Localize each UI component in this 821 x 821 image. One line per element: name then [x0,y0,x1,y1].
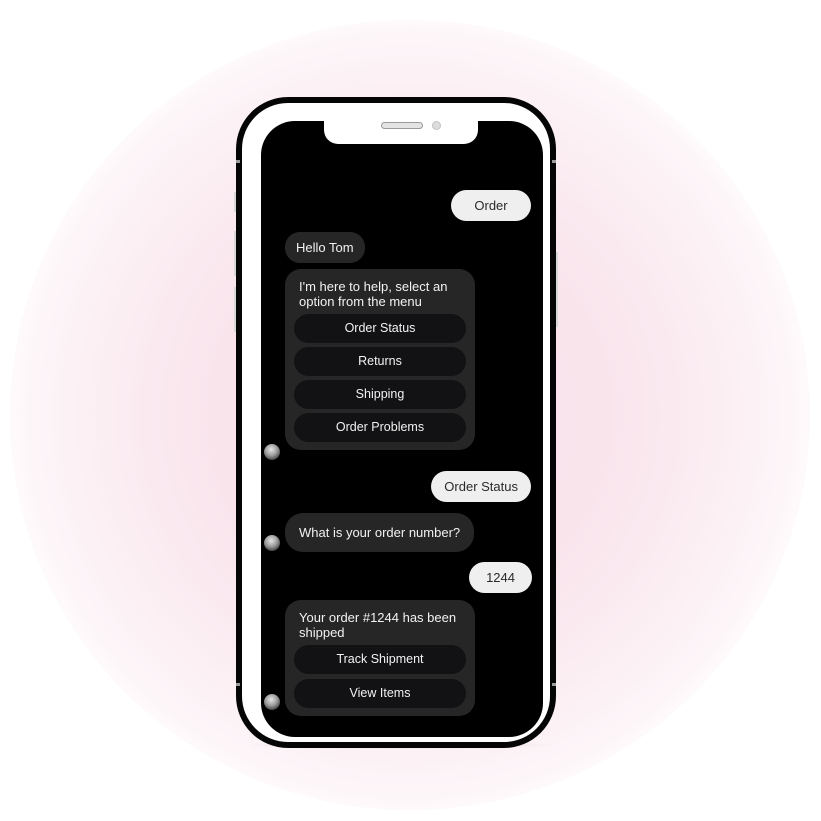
option-view-items[interactable]: View Items [294,679,466,708]
antenna-band [236,160,240,163]
power-button [556,252,558,327]
bot-message-text: Your order #1244 has been shipped [299,610,457,640]
bot-avatar-icon [264,444,280,460]
phone-mockup: Order Hello Tom I'm here to help, select… [234,97,558,748]
option-track-shipment[interactable]: Track Shipment [294,645,466,674]
volume-up-button [234,231,236,276]
bot-message-text: I'm here to help, select an option from … [299,279,448,309]
bot-avatar-icon [264,694,280,710]
mute-switch [234,192,236,212]
antenna-band [552,160,556,163]
bot-avatar-icon [264,535,280,551]
bot-menu-card: I'm here to help, select an option from … [285,269,475,450]
antenna-band [552,683,556,686]
user-message: 1244 [469,562,532,593]
chat-screen: Order Hello Tom I'm here to help, select… [261,121,543,737]
bot-message: What is your order number? [285,513,475,552]
option-shipping[interactable]: Shipping [294,380,466,409]
phone-bezel: Order Hello Tom I'm here to help, select… [236,103,556,742]
option-returns[interactable]: Returns [294,347,466,376]
notch [324,121,478,144]
user-message: Order Status [431,471,531,502]
speaker-grille [381,122,423,129]
antenna-band [236,683,240,686]
bot-message: Hello Tom [285,232,365,263]
option-order-problems[interactable]: Order Problems [294,413,466,442]
front-camera-icon [432,121,441,130]
bot-shipment-card: Your order #1244 has been shipped Track … [285,600,475,716]
volume-down-button [234,287,236,332]
user-message: Order [451,190,531,221]
option-order-status[interactable]: Order Status [294,314,466,343]
